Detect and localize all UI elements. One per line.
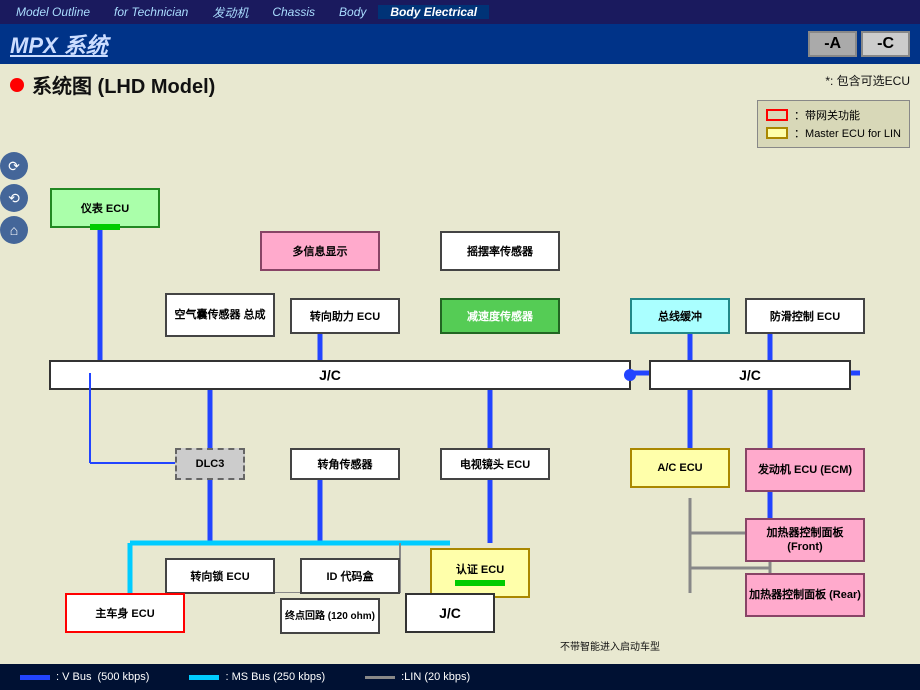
status-bar: : V Bus (500 kbps) : MS Bus (250 kbps) :…	[0, 664, 920, 690]
kongjinang-label: 空气囊传感器 总成	[174, 308, 265, 322]
lin-line	[365, 676, 395, 679]
zhongdian-box: 终点回路 (120 ohm)	[280, 598, 380, 634]
duoxinxi-label: 多信息显示	[293, 243, 348, 259]
yibiao-ecu-label: 仪表 ECU	[81, 200, 129, 216]
svg-text:J/C: J/C	[739, 367, 761, 383]
lin-item: :LIN (20 kbps)	[365, 671, 470, 683]
sidebar-icon-2[interactable]: ⟲	[0, 184, 28, 212]
red-circle-icon	[10, 78, 24, 92]
id-daima-label: ID 代码盒	[326, 568, 373, 584]
jiare-rear-box: 加热器控制面板 (Rear)	[745, 573, 865, 617]
zhuansuo-box: 转向锁 ECU	[165, 558, 275, 594]
title-bar: MPX 系统 -A -C	[0, 24, 920, 64]
jc3-label: J/C	[439, 605, 461, 621]
zhucheshen-label: 主车身 ECU	[95, 605, 154, 621]
ms-bus-line	[189, 675, 219, 680]
zongxian-label: 总线缓冲	[658, 308, 702, 324]
svg-text:J/C: J/C	[319, 367, 341, 383]
no-smart-label: 不带智能进入启动车型	[560, 638, 660, 653]
yaobai-box: 摇摆率传感器	[440, 231, 560, 271]
jiare-rear-label: 加热器控制面板 (Rear)	[749, 588, 861, 602]
btn-c[interactable]: -C	[861, 31, 910, 57]
renzheng-label: 认证 ECU	[456, 564, 504, 576]
zhuanxiang-box: 转向助力 ECU	[290, 298, 400, 334]
dianshi-box: 电视镜头 ECU	[440, 448, 550, 480]
fanghua-label: 防滑控制 ECU	[770, 308, 840, 324]
btn-a[interactable]: -A	[808, 31, 857, 57]
ac-ecu-label: A/C ECU	[657, 462, 702, 474]
section-title: 系统图 (LHD Model)	[10, 70, 910, 99]
ac-ecu-box: A/C ECU	[630, 448, 730, 488]
yaobai-label: 摇摆率传感器	[467, 243, 533, 259]
jiare-front-box: 加热器控制面板 (Front)	[745, 518, 865, 562]
dianshi-label: 电视镜头 ECU	[460, 456, 530, 472]
main-content: ⟳ ⟲ ⌂ 系统图 (LHD Model) *: 包含可选ECU ：带网关功能 …	[0, 64, 920, 664]
zhuansuo-label: 转向锁 ECU	[190, 568, 249, 584]
asterisk-note: *: 包含可选ECU	[825, 72, 910, 89]
yibiao-ecu-box: 仪表 ECU	[50, 188, 160, 228]
nav-body-electrical[interactable]: Body Electrical	[378, 5, 489, 19]
nav-model-outline[interactable]: Model Outline	[4, 5, 102, 19]
nav-engine[interactable]: 发动机	[200, 4, 260, 21]
zhongdian-label: 终点回路 (120 ohm)	[285, 610, 375, 623]
top-nav: Model Outline for Technician 发动机 Chassis…	[0, 0, 920, 24]
zongxian-box: 总线缓冲	[630, 298, 730, 334]
ms-bus-item: : MS Bus (250 kbps)	[189, 671, 325, 683]
nav-body[interactable]: Body	[327, 5, 378, 19]
zhuanjiao-label: 转角传感器	[318, 456, 373, 472]
dlc3-label: DLC3	[196, 458, 225, 470]
zhucheshen-box: 主车身 ECU	[65, 593, 185, 633]
v-bus-label: : V Bus	[56, 671, 91, 683]
sidebar-icon-1[interactable]: ⟳	[0, 152, 28, 180]
nav-chassis[interactable]: Chassis	[260, 5, 327, 19]
dlc3-box: DLC3	[175, 448, 245, 480]
v-bus-speed: (500 kbps)	[97, 671, 149, 683]
fadongji-ecu-box: 发动机 ECU (ECM)	[745, 448, 865, 492]
sidebar-icon-3[interactable]: ⌂	[0, 216, 28, 244]
v-bus-item: : V Bus (500 kbps)	[20, 671, 149, 683]
jc3-box: J/C	[405, 593, 495, 633]
jiansu-label: 减速度传感器	[467, 308, 533, 324]
jiansu-box: 减速度传感器	[440, 298, 560, 334]
zhuanjiao-box: 转角传感器	[290, 448, 400, 480]
fanghua-box: 防滑控制 ECU	[745, 298, 865, 334]
kongjinang-box: 空气囊传感器 总成	[165, 293, 275, 337]
diagram: J/C J/C	[10, 103, 890, 593]
fadongji-label: 发动机 ECU (ECM)	[758, 463, 852, 477]
section-title-text: 系统图 (LHD Model)	[32, 70, 215, 99]
renzheng-box: 认证 ECU	[430, 548, 530, 598]
zhuanxiang-label: 转向助力 ECU	[310, 308, 380, 324]
sidebar: ⟳ ⟲ ⌂	[0, 152, 30, 244]
nav-technician[interactable]: for Technician	[102, 5, 200, 19]
title-buttons: -A -C	[808, 31, 910, 57]
jiare-front-label: 加热器控制面板 (Front)	[749, 526, 861, 555]
lin-label: :LIN (20 kbps)	[401, 671, 470, 683]
page-title: MPX 系统	[10, 28, 108, 60]
ms-bus-label: : MS Bus (250 kbps)	[225, 671, 325, 683]
duoxinxi-box: 多信息显示	[260, 231, 380, 271]
id-daima-box: ID 代码盒	[300, 558, 400, 594]
v-bus-line	[20, 675, 50, 680]
